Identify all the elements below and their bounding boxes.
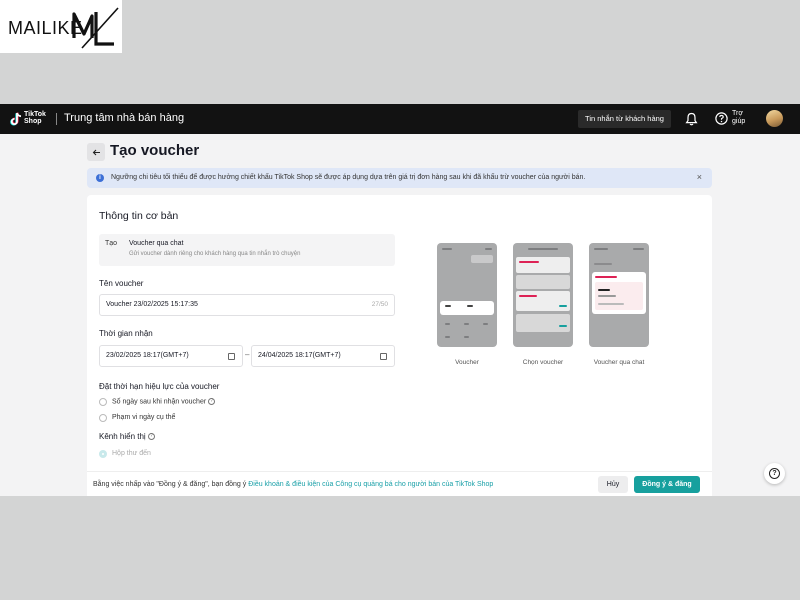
action-footer: Bằng việc nhấp vào "Đồng ý & đăng", bạn … xyxy=(87,471,712,496)
date-separator: – xyxy=(245,350,250,359)
help-icon: ? xyxy=(769,468,780,479)
tiktok-logo-icon xyxy=(10,112,22,126)
page-title: Tạo voucher xyxy=(110,142,200,159)
channel-option-label: Hộp thư đến xyxy=(112,450,151,457)
help-label[interactable]: Trợ giúp xyxy=(732,110,752,126)
brand-text: TikTok Shop xyxy=(24,111,46,125)
validity-label: Đặt thời hạn hiệu lực của voucher xyxy=(99,382,220,391)
validity-option-label: Phạm vi ngày cụ thể xyxy=(112,414,176,421)
radio-button[interactable] xyxy=(99,414,107,422)
customer-messages-button[interactable]: Tin nhắn từ khách hàng xyxy=(578,110,671,128)
start-date-input[interactable]: 23/02/2025 18:17(GMT+7) xyxy=(99,345,243,367)
section-title: Thông tin cơ bản xyxy=(99,210,179,222)
info-icon: i xyxy=(96,174,104,182)
bell-icon[interactable] xyxy=(685,112,698,126)
validity-option-label: Số ngày sau khi nhận voucher xyxy=(112,398,207,406)
cancel-button[interactable]: Hủy xyxy=(598,476,628,493)
radio-button[interactable] xyxy=(99,398,107,406)
preview-chat-voucher xyxy=(589,243,649,347)
terms-prefix-text: Bằng việc nhấp vào "Đồng ý & đăng", bạn … xyxy=(93,481,247,488)
preview-caption: Voucher xyxy=(455,359,479,366)
terms-link[interactable]: Điều khoản & điều kiện của Công cụ quảng… xyxy=(248,481,493,488)
start-date-value: 23/02/2025 18:17(GMT+7) xyxy=(106,352,189,359)
voucher-name-value: Voucher 23/02/2025 15:17:35 xyxy=(106,301,198,308)
calendar-icon xyxy=(380,353,387,360)
basic-info-card: Thông tin cơ bản Tạo Voucher qua chat Gử… xyxy=(87,195,712,496)
app-title: Trung tâm nhà bán hàng xyxy=(64,112,185,124)
back-button[interactable] xyxy=(87,143,105,161)
preview-voucher xyxy=(437,243,497,347)
preview-caption: Voucher qua chat xyxy=(593,359,645,366)
preview-select-voucher xyxy=(513,243,573,347)
calendar-icon xyxy=(228,353,235,360)
preview-caption: Chọn voucher xyxy=(522,359,564,366)
radio-button-selected[interactable] xyxy=(99,450,107,458)
end-date-input[interactable]: 24/04/2025 18:17(GMT+7) xyxy=(251,345,395,367)
voucher-type-value: Voucher qua chat xyxy=(129,240,184,247)
voucher-type-box: Tạo Voucher qua chat Gửi voucher dành ri… xyxy=(99,234,395,266)
voucher-name-input[interactable]: Voucher 23/02/2025 15:17:35 27/50 xyxy=(99,294,395,316)
brand-divider xyxy=(56,113,57,125)
voucher-type-label: Tạo xyxy=(105,240,118,247)
help-icon[interactable]: ? xyxy=(208,398,216,405)
close-icon[interactable]: × xyxy=(697,172,702,182)
voucher-name-label: Tên voucher xyxy=(99,279,144,288)
period-label: Thời gian nhận xyxy=(99,329,153,338)
voucher-type-description: Gửi voucher dành riêng cho khách hàng qu… xyxy=(129,251,301,257)
end-date-value: 24/04/2025 18:17(GMT+7) xyxy=(258,352,341,359)
help-icon[interactable]: ? xyxy=(147,433,155,441)
seller-center-window: TikTok Shop Trung tâm nhà bán hàng Tin n… xyxy=(0,104,800,496)
floating-help-button[interactable]: ? xyxy=(764,463,785,484)
watermark-monogram-icon xyxy=(72,7,119,49)
info-notice: i Ngưỡng chi tiêu tối thiểu để được hưởn… xyxy=(87,168,712,188)
agree-and-post-button[interactable]: Đồng ý & đăng xyxy=(634,476,700,493)
notice-text: Ngưỡng chi tiêu tối thiểu để được hưởng … xyxy=(111,174,586,181)
channel-label: Kênh hiển thị xyxy=(99,432,146,441)
avatar[interactable] xyxy=(766,110,783,127)
watermark-logo: MAILIKE xyxy=(0,0,122,53)
arrow-left-icon xyxy=(92,149,100,155)
help-icon[interactable] xyxy=(715,112,728,125)
char-counter: 27/50 xyxy=(371,301,388,308)
top-bar: TikTok Shop Trung tâm nhà bán hàng Tin n… xyxy=(0,104,800,134)
